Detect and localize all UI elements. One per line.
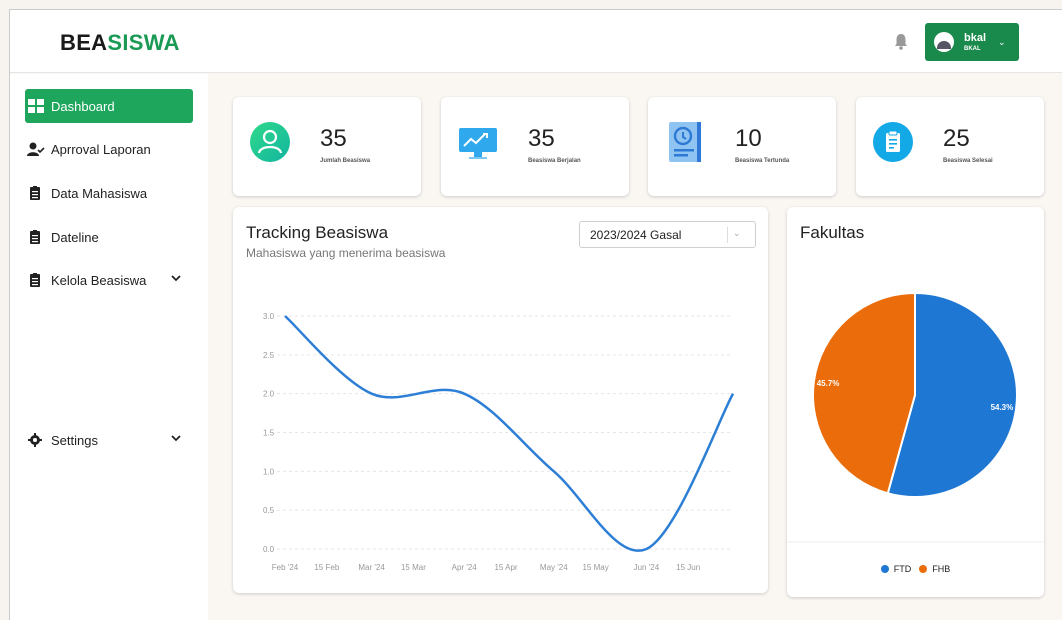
legend-marker <box>880 565 889 573</box>
stat-label: Beasiswa Tertunda <box>735 158 790 164</box>
clipboard-list-icon <box>30 186 40 200</box>
legend-item-fhb[interactable]: FHB <box>919 564 950 574</box>
top-header: BEASISWA bkal BKAL ⌄ <box>10 10 1062 73</box>
book-timer-icon <box>669 122 701 162</box>
x-tick-label: 15 Mar <box>401 563 426 572</box>
user-name: bkal <box>964 31 987 44</box>
legend-label: FHB <box>932 564 951 574</box>
x-tick-label: 15 Feb <box>314 563 339 572</box>
chevron-down-icon: ⌄ <box>998 36 1006 47</box>
x-tick-label: 15 Apr <box>494 563 517 572</box>
pie-slice-label: 45.7% <box>817 379 840 388</box>
stat-card-jumlah: 35 Jumlah Beasiswa <box>233 97 421 196</box>
fakultas-chart-card: Fakultas 54.3% 45.7% FTD FHB <box>787 207 1044 597</box>
brand-logo[interactable]: BEASISWA <box>60 30 180 56</box>
avatar <box>934 32 954 52</box>
pie-slice-label: 54.3% <box>991 403 1014 412</box>
sidebar-item-label: Dashboard <box>51 98 115 114</box>
stat-label: Beasiswa Berjalan <box>528 158 581 164</box>
sidebar-item-approval[interactable]: Aprroval Laporan <box>25 132 193 166</box>
legend-marker <box>919 565 928 573</box>
legend-item-ftd[interactable]: FTD <box>880 564 912 574</box>
x-tick-label: Mar '24 <box>358 563 385 572</box>
x-tick-label: Apr '24 <box>452 563 478 572</box>
y-tick-label: 2.0 <box>263 390 275 399</box>
stat-value: 10 <box>735 125 762 152</box>
x-tick-label: 15 Jun <box>676 563 700 572</box>
x-tick-label: 15 May <box>582 563 608 572</box>
sidebar-item-label: Settings <box>51 432 98 448</box>
user-role: BKAL <box>964 45 981 52</box>
stat-label: Beasiswa Selesai <box>943 158 993 164</box>
stat-card-tertunda: 10 Beasiswa Tertunda <box>648 97 836 196</box>
stat-value: 35 <box>528 125 555 152</box>
sidebar-item-data-mahasiswa[interactable]: Data Mahasiswa <box>25 176 193 210</box>
x-tick-label: Jun '24 <box>634 563 660 572</box>
chart-legend: FTD FHB <box>787 564 1044 574</box>
sidebar-item-kelola-beasiswa[interactable]: Kelola Beasiswa <box>25 263 193 297</box>
sidebar-item-dateline[interactable]: Dateline <box>25 220 193 254</box>
sidebar-item-label: Dateline <box>51 229 99 245</box>
user-check-icon <box>27 142 45 156</box>
clipboard-list-icon <box>30 230 40 244</box>
line-chart: 0.0 0.5 1.0 1.5 2.0 2.5 3.0 Feb '24 15 Feb Mar '2… <box>263 312 735 572</box>
stat-label: Jumlah Beasiswa <box>320 158 371 164</box>
bell-icon[interactable] <box>892 32 910 52</box>
brand-part-1: BEA <box>60 30 108 55</box>
legend-label: FTD <box>893 564 912 574</box>
x-tick-label: Feb '24 <box>272 563 299 572</box>
sidebar-item-settings[interactable]: Settings <box>25 423 193 457</box>
user-icon <box>250 122 290 162</box>
clipboard-list-icon <box>30 273 40 287</box>
clipboard-icon <box>873 122 913 162</box>
sidebar-item-label: Data Mahasiswa <box>51 185 148 201</box>
chevron-down-icon <box>171 275 181 282</box>
sidebar-item-label: Kelola Beasiswa <box>51 272 147 288</box>
tracking-chart-card: Tracking Beasiswa Mahasiswa yang menerim… <box>233 207 768 593</box>
user-menu-button[interactable]: bkal BKAL ⌄ <box>925 23 1019 61</box>
y-tick-label: 0.5 <box>263 506 275 515</box>
brand-part-2: SISWA <box>107 30 180 55</box>
stat-card-selesai: 25 Beasiswa Selesai <box>856 97 1044 196</box>
chevron-down-icon <box>171 435 181 442</box>
stat-value: 25 <box>943 125 970 152</box>
y-tick-label: 1.5 <box>263 429 275 438</box>
sidebar-item-label: Aprroval Laporan <box>51 141 151 157</box>
dashboard-icon <box>28 99 44 113</box>
pie-chart: 54.3% 45.7% <box>787 291 1044 543</box>
y-tick-label: 0.0 <box>263 545 275 554</box>
sidebar: Dashboard Aprroval Laporan Data Mahasisw… <box>10 74 208 620</box>
gear-icon <box>28 433 42 447</box>
x-tick-label: May '24 <box>540 563 568 572</box>
series-line <box>284 315 735 552</box>
y-tick-label: 3.0 <box>263 312 275 321</box>
monitor-chart-icon <box>459 128 497 159</box>
stat-value: 35 <box>320 125 347 152</box>
y-tick-label: 1.0 <box>263 467 275 476</box>
y-tick-label: 2.5 <box>263 351 275 360</box>
stat-card-berjalan: 35 Beasiswa Berjalan <box>441 97 629 196</box>
sidebar-item-dashboard[interactable]: Dashboard <box>25 89 193 123</box>
